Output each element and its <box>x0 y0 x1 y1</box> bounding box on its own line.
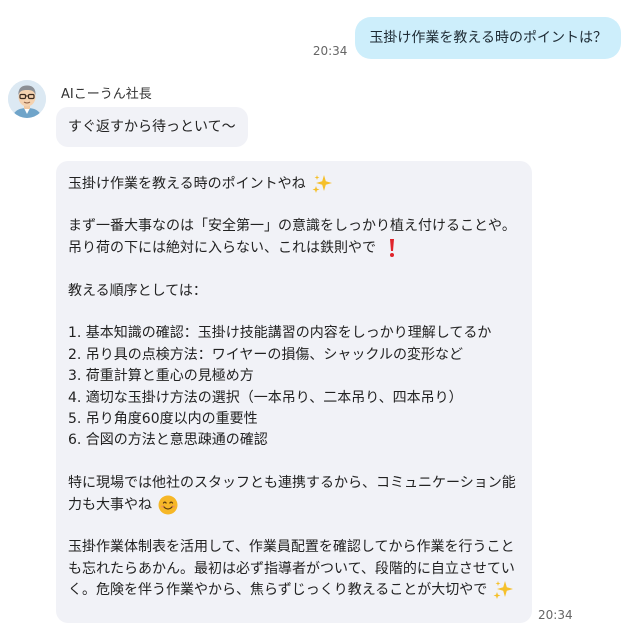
reply-line: 4. 適切な玉掛け方法の選択（一本吊り、二本吊り、四本吊り） <box>68 389 463 406</box>
reply-line: 1. 基本知識の確認：玉掛け技能講習の内容をしっかり理解してるか <box>68 325 492 342</box>
reply-line: 教える順序としては： <box>68 282 207 299</box>
bot-reply-time: 20:34 <box>538 608 573 622</box>
sparkles-icon <box>311 173 333 195</box>
reply-line: も忘れたらあかん。最初は必ず指導者がついて、段階的に自立させてい <box>68 560 515 577</box>
reply-line: まず一番大事なのは「安全第一」の意識をしっかり植え付けることや。 <box>68 218 516 235</box>
user-message-row: 20:34 玉掛け作業を教える時のポイントは？ <box>313 17 621 59</box>
exclamation-icon <box>381 237 403 259</box>
reply-line: 6. 合図の方法と意思疎通の確認 <box>68 432 268 449</box>
reply-line <box>68 515 520 536</box>
chat-view: 20:34 玉掛け作業を教える時のポイントは？ AIこーうん社長 すぐ返すから待… <box>0 0 636 639</box>
reply-line <box>68 194 520 215</box>
sparkles-icon <box>492 579 514 601</box>
reply-line: 吊り荷の下には絶対に入らない、これは鉄則やで <box>68 237 520 258</box>
reply-line: 2. 吊り具の点検方法：ワイヤーの損傷、シャックルの変形など <box>68 346 463 363</box>
avatar-man-with-glasses-icon <box>8 80 46 118</box>
bot-avatar[interactable] <box>8 80 46 118</box>
user-message-bubble[interactable]: 玉掛け作業を教える時のポイントは？ <box>355 17 621 59</box>
reply-line: 特に現場では他社のスタッフとも連携するから、コミュニケーション能 <box>68 475 516 492</box>
reply-line <box>68 451 520 472</box>
user-message-time: 20:34 <box>312 44 348 58</box>
bot-name: AIこーうん社長 <box>61 87 152 102</box>
smiling-face-icon <box>157 494 179 516</box>
reply-line: 3. 荷重計算と重心の見極め方 <box>68 368 254 385</box>
bot-quick-reply-bubble[interactable]: すぐ返すから待っといて〜 <box>56 107 248 147</box>
reply-line: く。危険を伴う作業やから、焦らずじっくり教えることが大切やで <box>68 579 520 600</box>
reply-line <box>68 301 520 322</box>
bot-reply-bubble[interactable]: 玉掛け作業を教える時のポイントやね まず一番大事なのは「安全第一」の意識をしっか… <box>56 161 532 623</box>
reply-line: 玉掛作業体制表を活用して、作業員配置を確認してから作業を行うこと <box>68 539 515 556</box>
reply-line: 玉掛け作業を教える時のポイントやね <box>68 173 520 194</box>
reply-line: 力も大事やね <box>68 494 520 515</box>
reply-line: 5. 吊り角度60度以内の重要性 <box>68 410 258 427</box>
reply-line <box>68 259 520 280</box>
